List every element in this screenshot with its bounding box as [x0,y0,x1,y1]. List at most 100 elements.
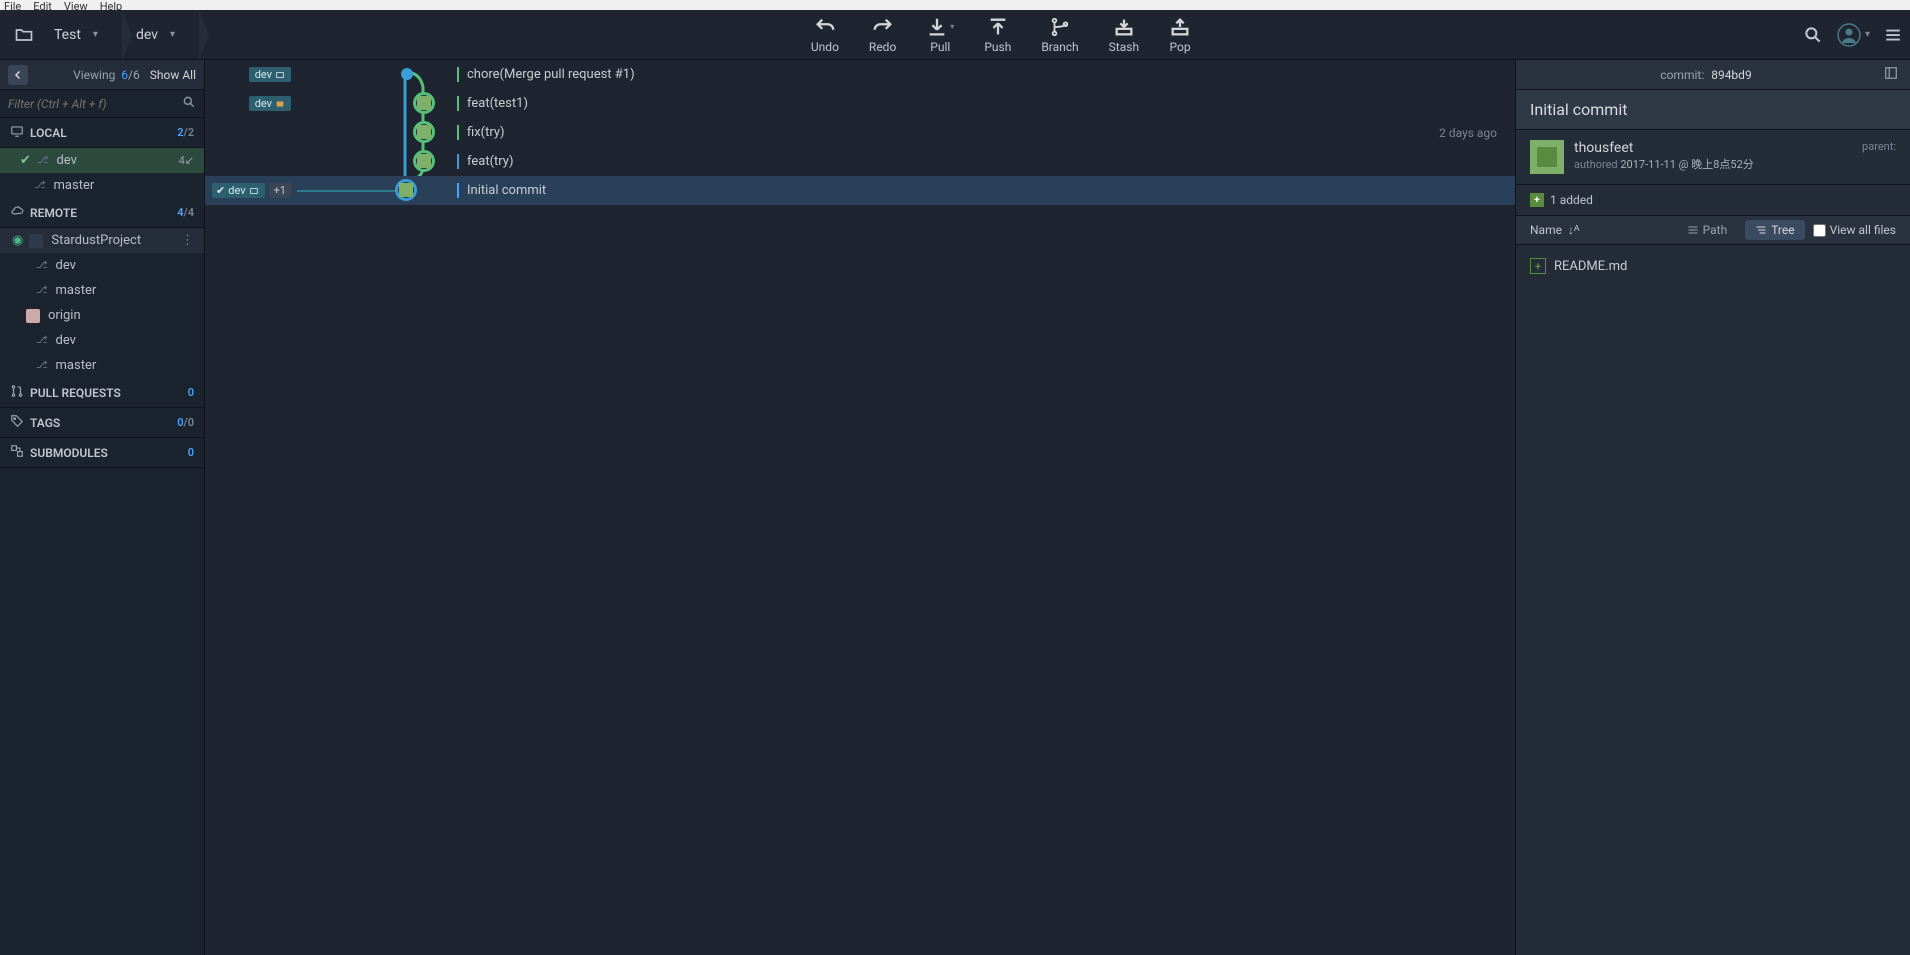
detail-title: Initial commit [1516,90,1910,130]
branch-icon: ⎇ [36,285,48,296]
breadcrumb-repo[interactable]: Test ▾ [40,10,122,60]
toolbar-actions: Undo Redo ▾ Pull Push Branch Stash Pop [811,16,1191,54]
filter-row [0,90,204,118]
cloud-icon [10,204,24,221]
more-icon[interactable]: ⋮ [181,233,194,248]
commit-message: fix(try) [457,125,1439,140]
parent-label: parent: [1862,140,1896,153]
submodule-icon [10,444,24,461]
pop-button[interactable]: Pop [1169,16,1191,54]
toolbar: Test ▾ dev ▾ Undo Redo ▾ Pull Push Branc… [0,10,1910,60]
folder-button[interactable] [8,19,40,51]
redo-button[interactable]: Redo [869,16,896,54]
view-all-checkbox[interactable] [1813,224,1826,237]
commit-message: Initial commit [457,183,1505,198]
branch-icon: ⎇ [36,335,48,346]
remote-stardust-dev[interactable]: ⎇ dev [0,253,204,278]
breadcrumb-repo-label: Test [54,27,81,43]
view-path-button[interactable]: Path [1677,220,1738,240]
caret-down-icon: ▾ [170,29,175,40]
caret-down-icon: ▾ [950,22,954,31]
breadcrumb-branch-label: dev [136,27,158,43]
undo-button[interactable]: Undo [811,16,839,54]
show-all-button[interactable]: Show All [150,68,196,82]
branch-icon: ⎇ [36,360,48,371]
detail-files: + README.md [1516,245,1910,287]
ref-tag[interactable]: dev [249,96,291,111]
profile-button[interactable]: ▾ [1837,23,1870,47]
remote-origin[interactable]: origin [0,303,204,328]
caret-down-icon: ▾ [93,29,98,40]
sidebar: Viewing 6/6 Show All LOCAL 2/2 ✔ ⎇ dev 4… [0,60,205,955]
author-meta: authored 2017-11-11 @ 晚上8点52分 [1574,156,1852,172]
local-branch-master[interactable]: ⎇ master [0,173,204,198]
expand-icon[interactable] [1884,66,1898,83]
sort-name[interactable]: Name ↓ᴬ [1530,223,1579,237]
commit-row[interactable]: dev feat(test1) [205,89,1515,118]
author-name: thousfeet [1574,140,1852,156]
commit-row[interactable]: ✔ dev +1 Initial commit [205,176,1515,205]
remote-logo-icon [29,234,43,248]
commit-node [413,150,435,172]
detail-changes: + 1 added [1516,185,1910,216]
search-button[interactable] [1803,25,1823,45]
commit-node [413,121,435,143]
computer-icon [10,124,24,141]
pull-button[interactable]: ▾ Pull [926,16,954,54]
branch-icon: ⎇ [37,155,49,166]
stash-button[interactable]: Stash [1109,16,1139,54]
menu-file[interactable]: File [4,0,21,13]
section-tags[interactable]: TAGS 0/0 [0,408,204,438]
remote-origin-master[interactable]: ⎇ master [0,353,204,378]
remote-logo-icon [26,309,40,323]
caret-down-icon: ▾ [1865,29,1870,40]
ref-tag[interactable]: ✔ dev [212,183,265,198]
detail-author: thousfeet authored 2017-11-11 @ 晚上8点52分 … [1516,130,1910,185]
view-all-files[interactable]: View all files [1813,223,1896,237]
detail-tabs: Name ↓ᴬ Path Tree View all files [1516,216,1910,245]
avatar [1530,140,1564,174]
section-local[interactable]: LOCAL 2/2 [0,118,204,148]
section-pull-requests[interactable]: PULL REQUESTS 0 [0,378,204,408]
commit-node [401,68,413,80]
breadcrumb-branch[interactable]: dev ▾ [122,10,199,60]
remote-stardust-master[interactable]: ⎇ master [0,278,204,303]
commit-time: 2 days ago [1439,126,1505,140]
sort-icon: ↓ᴬ [1565,223,1579,237]
commit-row[interactable]: feat(try) [205,147,1515,176]
commit-row[interactable]: fix(try) 2 days ago [205,118,1515,147]
pull-request-icon [10,384,24,401]
section-remote[interactable]: REMOTE 4/4 [0,198,204,228]
search-icon[interactable] [182,95,196,113]
remote-origin-dev[interactable]: ⎇ dev [0,328,204,353]
file-row[interactable]: + README.md [1530,253,1896,279]
remote-stardust[interactable]: ◉ StardustProject ⋮ [0,228,204,253]
viewing-label: Viewing 6/6 [73,68,140,82]
added-icon: + [1530,193,1544,207]
detail-panel: commit: 894bd9 Initial commit thousfeet … [1515,60,1910,955]
toolbar-right: ▾ [1803,23,1902,47]
menubar: File Edit View Help [0,0,1910,10]
menu-button[interactable] [1884,26,1902,44]
back-button[interactable] [8,65,28,85]
detail-header: commit: 894bd9 [1516,60,1910,90]
push-button[interactable]: Push [984,16,1011,54]
commit-hash[interactable]: 894bd9 [1711,68,1751,82]
section-submodules[interactable]: SUBMODULES 0 [0,438,204,468]
filter-input[interactable] [8,97,182,111]
commit-message: chore(Merge pull request #1) [457,67,1505,82]
tag-icon [10,414,24,431]
commit-node [395,179,417,201]
ref-extra[interactable]: +1 [269,183,291,198]
view-tree-button[interactable]: Tree [1745,220,1804,240]
branch-button[interactable]: Branch [1041,16,1078,54]
branch-icon: ⎇ [36,260,48,271]
local-branch-dev[interactable]: ✔ ⎇ dev 4↙ [0,148,204,173]
commit-row[interactable]: dev chore(Merge pull request #1) [205,60,1515,89]
file-added-icon: + [1530,258,1546,274]
commit-node [413,92,435,114]
eye-icon: ◉ [12,233,23,248]
commit-message: feat(try) [457,154,1505,169]
ref-tag[interactable]: dev [249,67,291,82]
file-name: README.md [1554,259,1627,274]
